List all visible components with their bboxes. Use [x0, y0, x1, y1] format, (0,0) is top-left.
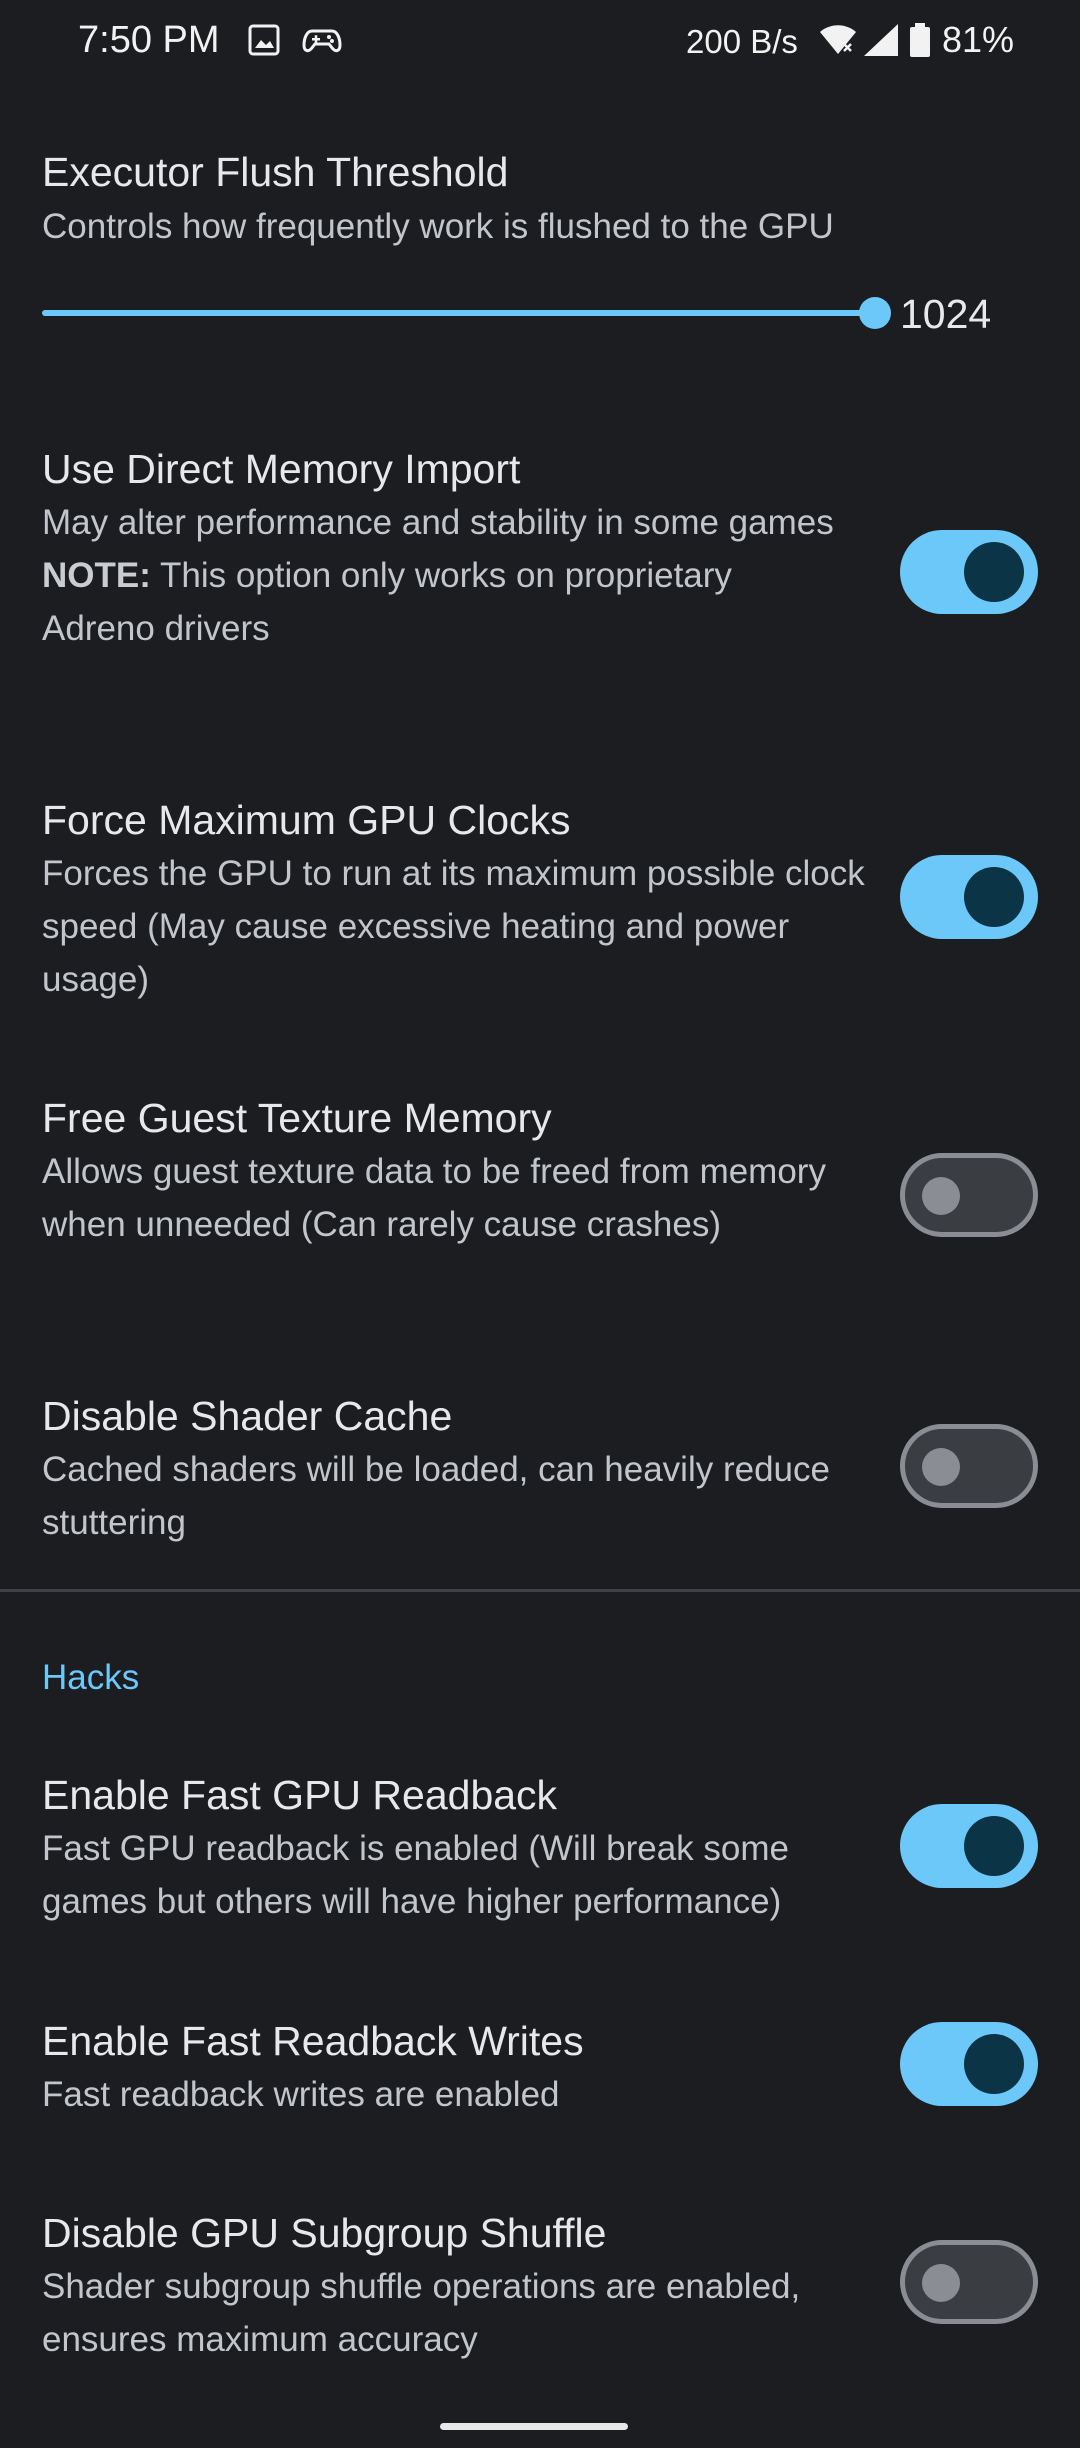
- wifi-icon: [818, 22, 858, 58]
- note-label: NOTE:: [42, 556, 151, 595]
- gallery-icon: [246, 22, 282, 58]
- max-gpu-clocks-switch[interactable]: [900, 855, 1038, 939]
- switch-knob: [922, 2264, 960, 2302]
- fast-readback-writes-switch[interactable]: [900, 2022, 1038, 2106]
- signal-icon: [862, 22, 900, 58]
- setting-title-free-texture-memory: Free Guest Texture Memory: [42, 1095, 552, 1141]
- setting-title-executor-flush: Executor Flush Threshold: [42, 149, 509, 195]
- direct-memory-desc-text: May alter performance and stability in s…: [42, 503, 834, 542]
- section-header-hacks: Hacks: [42, 1658, 140, 1697]
- switch-knob: [922, 1177, 960, 1215]
- status-time: 7:50 PM: [78, 19, 220, 61]
- setting-title-fast-readback-writes: Enable Fast Readback Writes: [42, 2018, 584, 2064]
- setting-title-disable-shader-cache: Disable Shader Cache: [42, 1393, 453, 1439]
- fast-gpu-readback-switch[interactable]: [900, 1804, 1038, 1888]
- section-divider: [0, 1589, 1080, 1592]
- setting-desc-direct-memory: May alter performance and stability in s…: [42, 496, 842, 655]
- setting-title-direct-memory: Use Direct Memory Import: [42, 446, 521, 492]
- setting-title-max-gpu-clocks: Force Maximum GPU Clocks: [42, 797, 571, 843]
- setting-desc-max-gpu-clocks: Forces the GPU to run at its maximum pos…: [42, 854, 865, 999]
- setting-desc-fast-gpu-readback: Fast GPU readback is enabled (Will break…: [42, 1829, 789, 1921]
- setting-desc-fast-readback-writes: Fast readback writes are enabled: [42, 2075, 560, 2114]
- flush-threshold-value: 1024: [900, 291, 992, 337]
- setting-desc-disable-shader-cache: Cached shaders will be loaded, can heavi…: [42, 1450, 830, 1542]
- setting-title-disable-subgroup-shuffle: Disable GPU Subgroup Shuffle: [42, 2210, 607, 2256]
- switch-knob: [964, 1816, 1024, 1876]
- switch-knob: [922, 1448, 960, 1486]
- setting-desc-executor-flush: Controls how frequently work is flushed …: [42, 207, 834, 246]
- setting-desc-free-texture-memory: Allows guest texture data to be freed fr…: [42, 1152, 826, 1244]
- disable-subgroup-shuffle-switch[interactable]: [900, 2240, 1038, 2324]
- disable-shader-cache-switch[interactable]: [900, 1424, 1038, 1508]
- direct-memory-note: NOTE: This option only works on propriet…: [42, 549, 842, 655]
- network-speed: 200 B/s: [686, 23, 798, 60]
- battery-icon: [908, 22, 932, 58]
- gamepad-icon: [302, 22, 342, 58]
- setting-desc-disable-subgroup-shuffle: Shader subgroup shuffle operations are e…: [42, 2267, 801, 2359]
- flush-threshold-slider-track[interactable]: [42, 310, 876, 316]
- setting-title-fast-gpu-readback: Enable Fast GPU Readback: [42, 1772, 558, 1818]
- free-texture-memory-switch[interactable]: [900, 1153, 1038, 1237]
- gesture-navigation-bar[interactable]: [440, 2423, 628, 2430]
- battery-percentage: 81%: [942, 19, 1015, 60]
- switch-knob: [964, 542, 1024, 602]
- switch-knob: [964, 2034, 1024, 2094]
- direct-memory-import-switch[interactable]: [900, 530, 1038, 614]
- flush-threshold-slider-thumb[interactable]: [859, 297, 891, 329]
- switch-knob: [964, 867, 1024, 927]
